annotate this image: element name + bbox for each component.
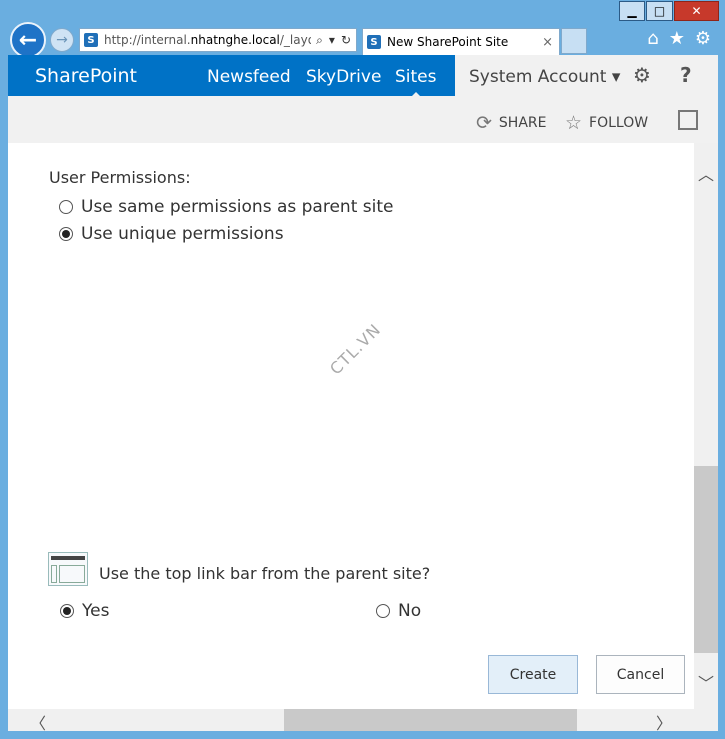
dropdown-icon[interactable]: ▾ (329, 33, 335, 48)
settings-gear-icon[interactable]: ⚙ (633, 63, 651, 87)
main-content: User Permissions: Use same permissions a… (8, 143, 694, 709)
scroll-right-icon[interactable]: 〉 (656, 710, 672, 734)
scroll-down-icon[interactable]: ﹀ (698, 670, 714, 694)
horizontal-scrollbar[interactable]: 〈 〉 (8, 709, 718, 734)
focus-mode-icon[interactable] (678, 110, 698, 130)
scroll-up-icon[interactable]: ︿ (698, 161, 714, 185)
horizontal-scroll-thumb[interactable] (284, 709, 577, 731)
back-button[interactable]: ← (10, 22, 46, 58)
page-action-bar: ⟳ SHARE ☆ FOLLOW (8, 96, 718, 143)
radio-same-permissions[interactable]: Use same permissions as parent site (59, 197, 393, 217)
nav-sites[interactable]: Sites (395, 67, 437, 98)
maximize-button[interactable]: □ (646, 1, 673, 21)
help-icon[interactable]: ? (680, 63, 692, 87)
favorites-star-icon[interactable]: ★ (669, 28, 685, 49)
nav-newsfeed[interactable]: Newsfeed (207, 67, 291, 87)
create-button[interactable]: Create (488, 655, 578, 694)
sharepoint-favicon-icon: S (367, 35, 381, 49)
address-url[interactable]: http://internal.nhatnghe.local/_layout (104, 33, 311, 47)
tools-gear-icon[interactable]: ⚙ (695, 28, 711, 49)
linkbar-label: Use the top link bar from the parent sit… (99, 564, 431, 583)
refresh-icon[interactable]: ↻ (341, 33, 351, 48)
close-window-button[interactable]: ✕ (674, 1, 719, 21)
account-menu[interactable]: System Account ▾ (469, 67, 620, 87)
caret-down-icon: ▾ (611, 67, 621, 87)
new-tab-button[interactable] (561, 28, 587, 54)
share-icon: ⟳ (476, 112, 492, 134)
sharepoint-favicon-icon: S (84, 33, 98, 47)
forward-arrow-icon: → (56, 32, 68, 48)
tab-new-sharepoint-site[interactable]: S New SharePoint Site × (362, 28, 560, 55)
radio-button[interactable] (376, 604, 390, 618)
cancel-button[interactable]: Cancel (596, 655, 685, 694)
minimize-button[interactable]: ▁ (619, 1, 645, 21)
watermark: CTL.VN (326, 319, 385, 379)
home-icon[interactable]: ⌂ (647, 28, 658, 49)
sharepoint-brand[interactable]: SharePoint (35, 65, 137, 87)
radio-linkbar-no[interactable]: No (376, 601, 421, 621)
vertical-scrollbar[interactable]: ︿ ﹀ (694, 143, 718, 709)
radio-unique-permissions[interactable]: Use unique permissions (59, 224, 284, 244)
permissions-label: User Permissions: (49, 168, 191, 187)
radio-button[interactable] (59, 200, 73, 214)
follow-button[interactable]: ☆ FOLLOW (565, 112, 648, 134)
back-arrow-icon: ← (18, 27, 38, 53)
forward-button[interactable]: → (50, 28, 74, 52)
radio-linkbar-yes[interactable]: Yes (60, 601, 109, 621)
address-bar[interactable]: S http://internal.nhatnghe.local/_layout… (79, 28, 357, 52)
top-link-bar-icon (48, 552, 88, 586)
tab-title: New SharePoint Site (387, 35, 509, 49)
vertical-scroll-thumb[interactable] (694, 466, 718, 653)
star-outline-icon: ☆ (565, 112, 583, 134)
nav-skydrive[interactable]: SkyDrive (306, 67, 381, 87)
share-button[interactable]: ⟳ SHARE (476, 112, 547, 134)
browser-window: ▁ □ ✕ ← → S http://internal.nhatnghe.loc… (0, 0, 725, 739)
sharepoint-suite-bar: SharePoint Newsfeed SkyDrive Sites Syste… (8, 55, 718, 98)
radio-button-selected[interactable] (59, 227, 73, 241)
radio-button-selected[interactable] (60, 604, 74, 618)
tab-close-icon[interactable]: × (542, 35, 553, 50)
scroll-left-icon[interactable]: 〈 (30, 710, 46, 734)
search-icon[interactable]: ⌕ (316, 33, 323, 48)
